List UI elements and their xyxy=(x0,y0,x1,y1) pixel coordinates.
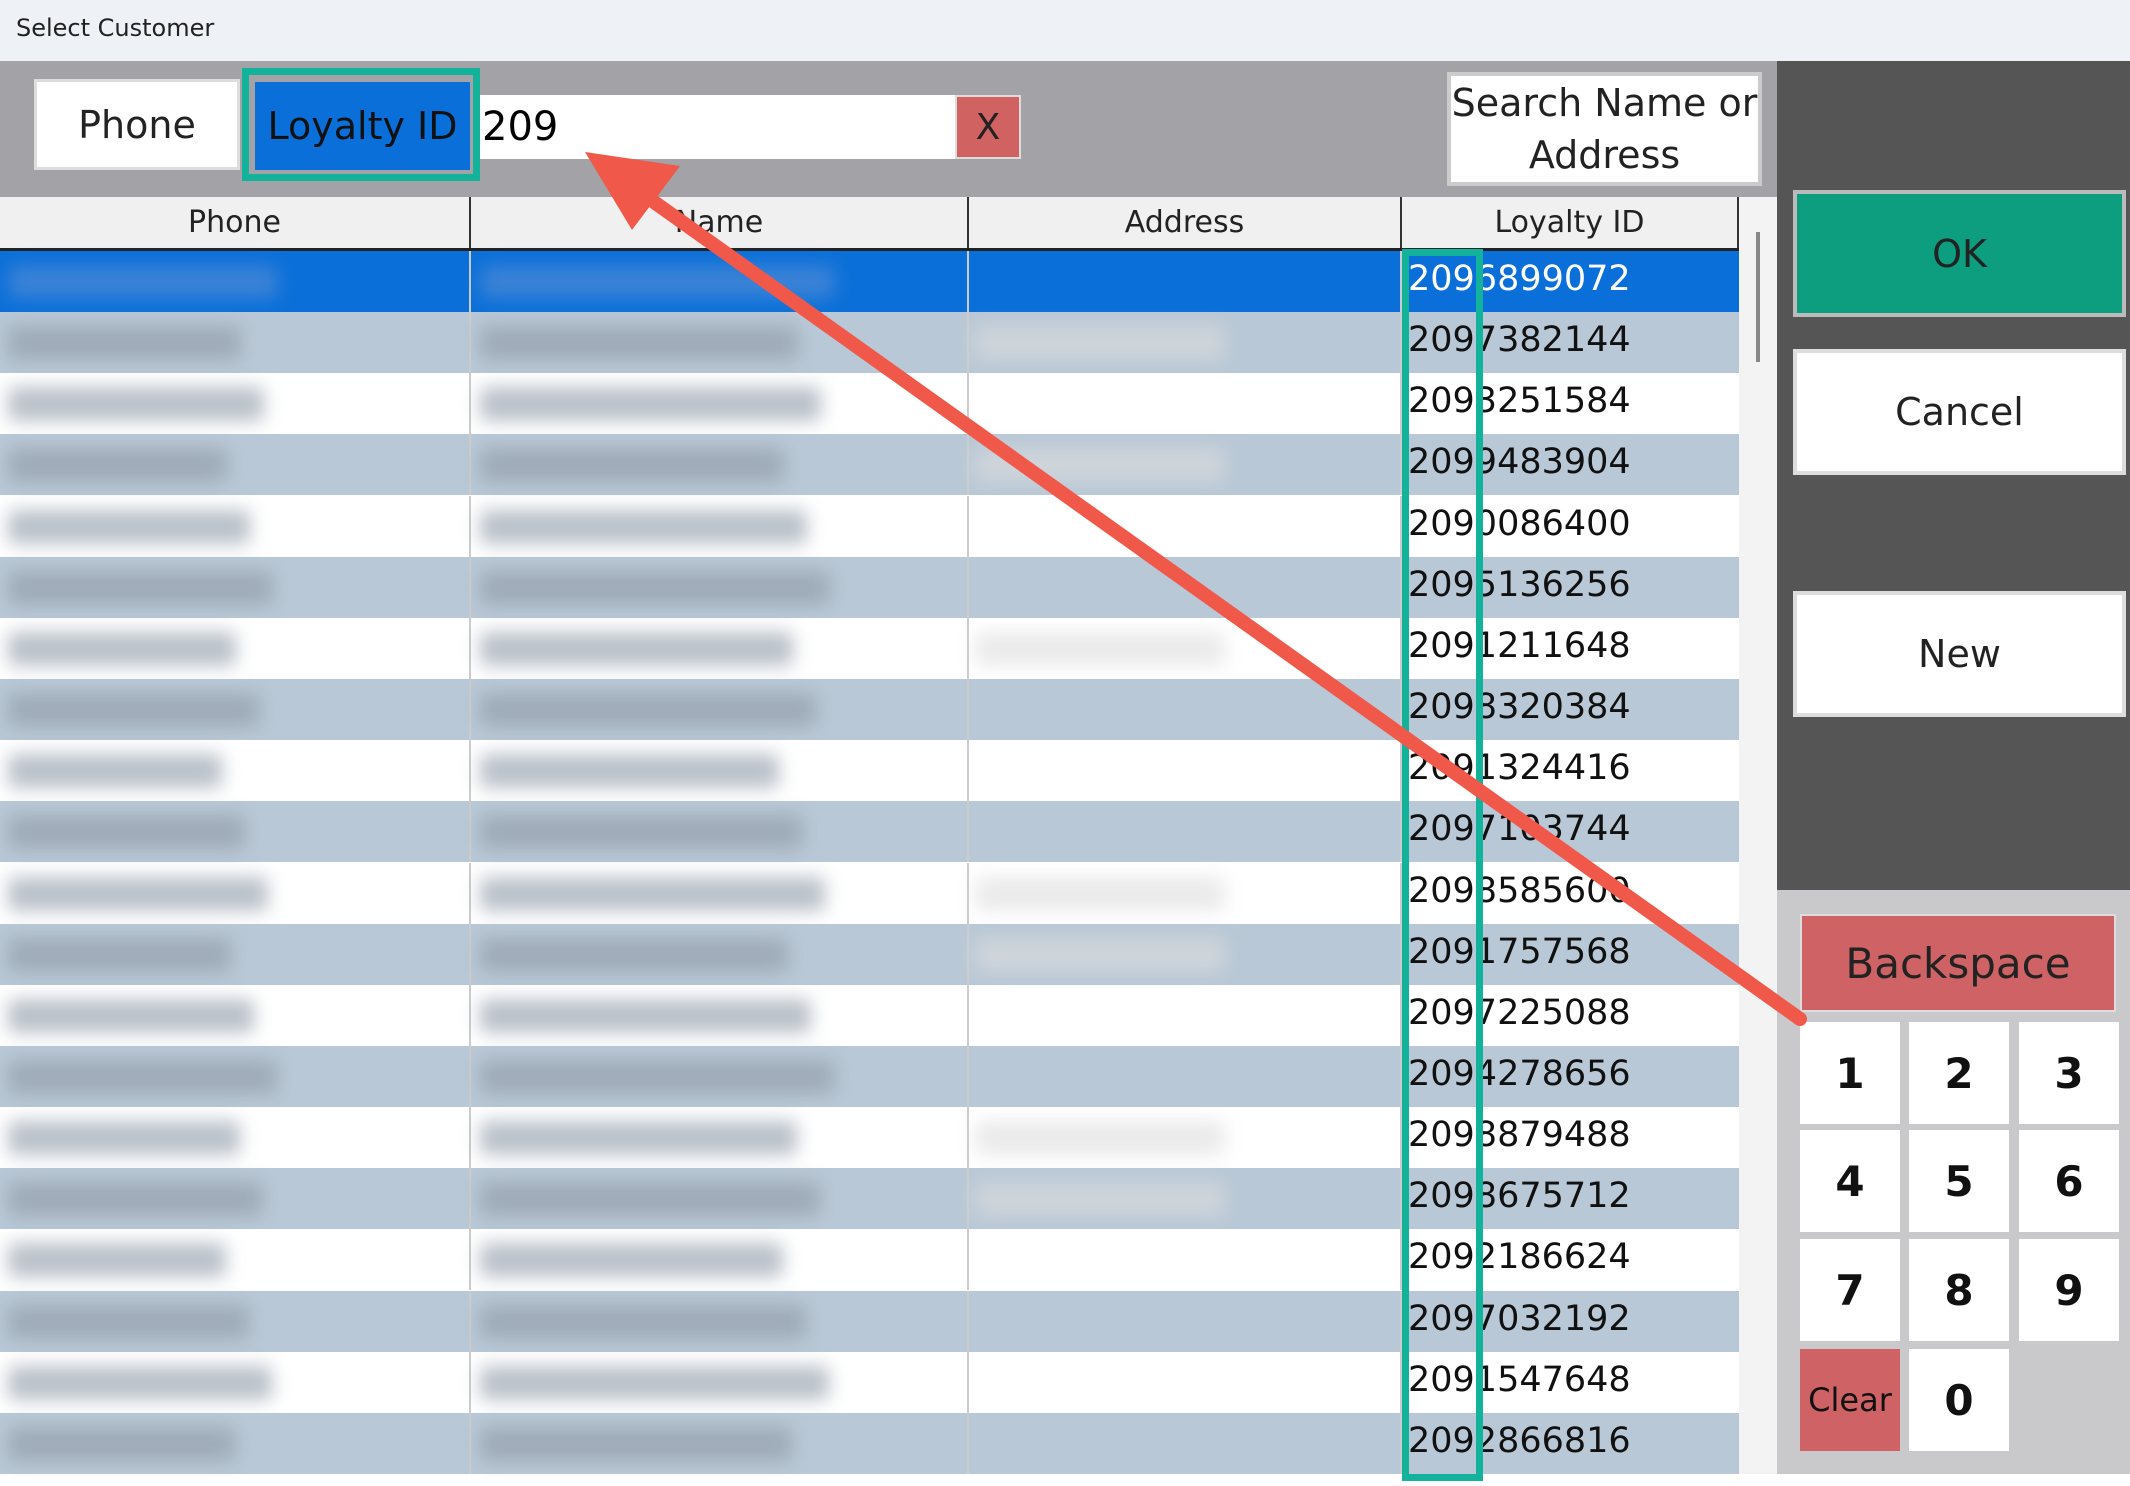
redacted-text xyxy=(480,1182,820,1217)
column-header-name[interactable]: Name xyxy=(471,197,969,248)
redacted-text xyxy=(975,1121,1225,1156)
address-cell xyxy=(969,740,1402,802)
address-cell xyxy=(969,251,1402,312)
address-cell xyxy=(969,1351,1402,1413)
redacted-text xyxy=(480,754,779,789)
redacted-text xyxy=(480,1121,797,1156)
key-3[interactable]: 3 xyxy=(2019,1022,2119,1124)
search-name-address-button[interactable]: Search Name or Address xyxy=(1447,72,1762,186)
redacted-text xyxy=(8,631,236,666)
loyalty-button-highlight xyxy=(242,68,480,181)
redacted-text xyxy=(480,326,798,361)
clear-search-button[interactable]: X xyxy=(955,95,1021,159)
redacted-text xyxy=(480,1304,806,1339)
redacted-text xyxy=(480,509,807,544)
redacted-text xyxy=(8,998,254,1033)
table-header: Phone Name Address Loyalty ID xyxy=(0,197,1739,251)
loyalty-column-highlight xyxy=(1402,249,1483,1481)
redacted-text xyxy=(8,387,264,422)
scrollbar[interactable] xyxy=(1739,197,1777,1474)
redacted-text xyxy=(480,693,816,728)
title-bar: Select Customer xyxy=(0,0,2130,61)
redacted-text xyxy=(8,1121,240,1156)
key-7[interactable]: 7 xyxy=(1800,1239,1900,1341)
phone-mode-button[interactable]: Phone xyxy=(34,79,240,170)
scrollbar-thumb[interactable] xyxy=(1756,232,1760,362)
redacted-text xyxy=(8,570,273,605)
key-0[interactable]: 0 xyxy=(1909,1349,2009,1451)
key-6[interactable]: 6 xyxy=(2019,1130,2119,1232)
redacted-text xyxy=(8,509,250,544)
keypad-clear-button[interactable]: Clear xyxy=(1800,1349,1900,1451)
key-8[interactable]: 8 xyxy=(1909,1239,2009,1341)
redacted-text xyxy=(8,1365,272,1400)
address-cell xyxy=(969,801,1402,863)
redacted-text xyxy=(975,631,1225,666)
address-cell xyxy=(969,373,1402,435)
address-cell xyxy=(969,1229,1402,1291)
column-header-loyalty-id[interactable]: Loyalty ID xyxy=(1402,197,1739,248)
redacted-text xyxy=(480,998,811,1033)
column-header-address[interactable]: Address xyxy=(969,197,1402,248)
redacted-text xyxy=(480,265,835,299)
redacted-text xyxy=(480,1059,834,1094)
redacted-text xyxy=(480,570,830,605)
redacted-text xyxy=(480,937,788,972)
redacted-text xyxy=(975,937,1225,972)
redacted-text xyxy=(8,1059,277,1094)
redacted-text xyxy=(480,1426,792,1461)
redacted-text xyxy=(8,754,222,789)
address-cell xyxy=(969,556,1402,618)
redacted-text xyxy=(8,265,278,299)
window-title: Select Customer xyxy=(16,14,215,42)
redacted-text xyxy=(8,326,241,361)
redacted-text xyxy=(480,631,793,666)
redacted-text xyxy=(8,815,245,850)
address-cell xyxy=(969,984,1402,1046)
new-customer-button[interactable]: New xyxy=(1793,591,2126,717)
address-cell xyxy=(969,495,1402,557)
redacted-text xyxy=(8,1304,249,1339)
redacted-text xyxy=(8,1426,235,1461)
redacted-text xyxy=(8,937,231,972)
address-cell xyxy=(969,679,1402,741)
redacted-text xyxy=(975,448,1225,483)
key-5[interactable]: 5 xyxy=(1909,1130,2009,1232)
redacted-text xyxy=(480,1365,829,1400)
redacted-text xyxy=(8,1182,263,1217)
redacted-text xyxy=(480,1243,783,1278)
redacted-text xyxy=(975,876,1225,911)
redacted-text xyxy=(8,876,268,911)
key-4[interactable]: 4 xyxy=(1800,1130,1900,1232)
search-input[interactable] xyxy=(480,95,955,159)
cancel-button[interactable]: Cancel xyxy=(1793,349,2126,475)
redacted-text xyxy=(8,693,259,728)
key-1[interactable]: 1 xyxy=(1800,1022,1900,1124)
redacted-text xyxy=(480,815,802,850)
ok-button[interactable]: OK xyxy=(1793,190,2126,317)
address-cell xyxy=(969,1290,1402,1352)
redacted-text xyxy=(480,387,821,422)
redacted-text xyxy=(8,1243,226,1278)
redacted-text xyxy=(480,448,784,483)
key-9[interactable]: 9 xyxy=(2019,1239,2119,1341)
address-cell xyxy=(969,1412,1402,1474)
redacted-text xyxy=(480,876,825,911)
address-cell xyxy=(969,1045,1402,1107)
column-header-phone[interactable]: Phone xyxy=(0,197,471,248)
backspace-button[interactable]: Backspace xyxy=(1800,914,2116,1012)
redacted-text xyxy=(8,448,227,483)
action-panel xyxy=(1777,61,2130,890)
key-2[interactable]: 2 xyxy=(1909,1022,2009,1124)
redacted-text xyxy=(975,326,1225,361)
redacted-text xyxy=(975,1182,1225,1217)
